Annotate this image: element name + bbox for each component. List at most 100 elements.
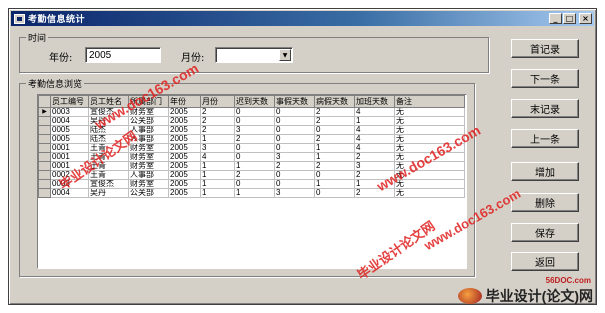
table-cell[interactable]: 3: [354, 161, 395, 171]
table-cell[interactable]: 无: [394, 179, 465, 189]
table-cell[interactable]: 1: [234, 161, 275, 171]
table-cell[interactable]: 2: [314, 134, 355, 144]
table-cell[interactable]: 无: [394, 116, 465, 126]
table-cell[interactable]: 1: [200, 134, 235, 144]
table-cell[interactable]: 0: [234, 152, 275, 162]
table-cell[interactable]: 0: [314, 125, 355, 135]
table-cell[interactable]: 0004: [50, 116, 89, 126]
table-cell[interactable]: 吴丹: [88, 116, 129, 126]
column-header[interactable]: 所属部门: [128, 95, 169, 108]
table-cell[interactable]: 2005: [168, 161, 201, 171]
table-cell[interactable]: 0: [234, 143, 275, 153]
table-cell[interactable]: 4: [354, 107, 395, 117]
table-cell[interactable]: 0: [274, 134, 315, 144]
table-cell[interactable]: 王青: [88, 152, 129, 162]
table-row[interactable]: ▶ 0003 宣俊杰 财务室 2005 2 0 0 2 4 无: [38, 107, 465, 117]
table-row[interactable]: 0001 王青 财务室 2005 3 0 0 1 4 无: [38, 143, 465, 153]
table-cell[interactable]: 2005: [168, 116, 201, 126]
table-cell[interactable]: 0: [274, 107, 315, 117]
table-cell[interactable]: 1: [234, 188, 275, 198]
table-cell[interactable]: 2: [314, 107, 355, 117]
table-cell[interactable]: 无: [394, 188, 465, 198]
table-row[interactable]: 0003 宣俊杰 财务室 2005 1 0 0 1 1 无: [38, 179, 465, 189]
table-cell[interactable]: 人事部: [128, 134, 169, 144]
table-cell[interactable]: 2: [354, 152, 395, 162]
column-header[interactable]: 加班天数: [354, 95, 395, 108]
table-row[interactable]: 0001 王青 财务室 2005 1 1 2 2 3 无: [38, 161, 465, 171]
row-selector[interactable]: [38, 125, 51, 135]
table-cell[interactable]: 2: [354, 170, 395, 180]
last-record-button[interactable]: 末记录: [511, 99, 579, 118]
table-cell[interactable]: 2005: [168, 179, 201, 189]
table-cell[interactable]: 0: [234, 116, 275, 126]
back-button[interactable]: 返回: [511, 252, 579, 271]
table-cell[interactable]: 王青: [88, 170, 129, 180]
table-cell[interactable]: 2005: [168, 188, 201, 198]
table-cell[interactable]: 4: [354, 125, 395, 135]
table-cell[interactable]: 1: [200, 188, 235, 198]
table-cell[interactable]: 2005: [168, 125, 201, 135]
table-cell[interactable]: 1: [354, 116, 395, 126]
table-cell[interactable]: 3: [234, 125, 275, 135]
table-cell[interactable]: 公关部: [128, 188, 169, 198]
table-cell[interactable]: 1: [200, 179, 235, 189]
table-cell[interactable]: 2005: [168, 134, 201, 144]
first-record-button[interactable]: 首记录: [511, 39, 579, 58]
prev-record-button[interactable]: 上一条: [511, 129, 579, 148]
table-cell[interactable]: 2: [314, 116, 355, 126]
table-cell[interactable]: 4: [354, 143, 395, 153]
table-cell[interactable]: 无: [394, 125, 465, 135]
table-cell[interactable]: 0003: [50, 179, 89, 189]
table-cell[interactable]: 王青: [88, 143, 129, 153]
table-cell[interactable]: 无: [394, 170, 465, 180]
table-cell[interactable]: 2: [274, 161, 315, 171]
add-button[interactable]: 增加: [511, 162, 579, 181]
table-cell[interactable]: 0003: [50, 107, 89, 117]
table-cell[interactable]: 0: [274, 170, 315, 180]
table-cell[interactable]: 宣俊杰: [88, 179, 129, 189]
table-cell[interactable]: 0: [234, 107, 275, 117]
table-cell[interactable]: 0001: [50, 161, 89, 171]
table-cell[interactable]: 2005: [168, 152, 201, 162]
attendance-grid[interactable]: 员工编号 员工姓名 所属部门 年份 月份 迟到天数 事假天数 病假天数 加班天数…: [37, 94, 467, 269]
column-header[interactable]: 员工姓名: [88, 95, 129, 108]
table-cell[interactable]: 4: [354, 134, 395, 144]
close-button[interactable]: ×: [579, 13, 592, 24]
table-cell[interactable]: 2: [200, 107, 235, 117]
row-selector[interactable]: [38, 134, 51, 144]
next-record-button[interactable]: 下一条: [511, 69, 579, 88]
table-cell[interactable]: 财务室: [128, 143, 169, 153]
table-row[interactable]: 0004 吴丹 公关部 2005 2 0 0 2 1 无: [38, 116, 465, 126]
row-selector[interactable]: [38, 143, 51, 153]
table-cell[interactable]: 财务室: [128, 152, 169, 162]
table-cell[interactable]: 2: [314, 161, 355, 171]
table-cell[interactable]: 财务室: [128, 161, 169, 171]
table-cell[interactable]: 王青: [88, 161, 129, 171]
table-cell[interactable]: 2005: [168, 170, 201, 180]
column-header[interactable]: 病假天数: [314, 95, 355, 108]
table-cell[interactable]: 0: [274, 179, 315, 189]
table-cell[interactable]: 3: [274, 152, 315, 162]
maximize-button[interactable]: □: [563, 13, 576, 24]
save-button[interactable]: 保存: [511, 223, 579, 242]
table-cell[interactable]: 人事部: [128, 170, 169, 180]
table-cell[interactable]: 4: [200, 152, 235, 162]
table-row[interactable]: 0002 王青 人事部 2005 1 2 0 0 2 无: [38, 170, 465, 180]
table-cell[interactable]: 财务室: [128, 107, 169, 117]
row-selector[interactable]: ▶: [38, 107, 51, 117]
column-header[interactable]: 月份: [200, 95, 235, 108]
minimize-button[interactable]: _: [549, 13, 562, 24]
table-row[interactable]: 0004 吴丹 公关部 2005 1 1 3 0 2 无: [38, 188, 465, 198]
table-cell[interactable]: 无: [394, 143, 465, 153]
table-cell[interactable]: 人事部: [128, 125, 169, 135]
table-cell[interactable]: 0005: [50, 125, 89, 135]
table-cell[interactable]: 0001: [50, 143, 89, 153]
table-cell[interactable]: 2: [200, 125, 235, 135]
table-cell[interactable]: 0: [314, 188, 355, 198]
column-header[interactable]: 员工编号: [50, 95, 89, 108]
chevron-down-icon[interactable]: ▼: [279, 49, 291, 61]
table-row[interactable]: 0005 陆杰 人事部 2005 1 2 0 2 4 无: [38, 134, 465, 144]
year-input[interactable]: [85, 47, 161, 63]
table-cell[interactable]: 0005: [50, 134, 89, 144]
table-cell[interactable]: 1: [200, 170, 235, 180]
